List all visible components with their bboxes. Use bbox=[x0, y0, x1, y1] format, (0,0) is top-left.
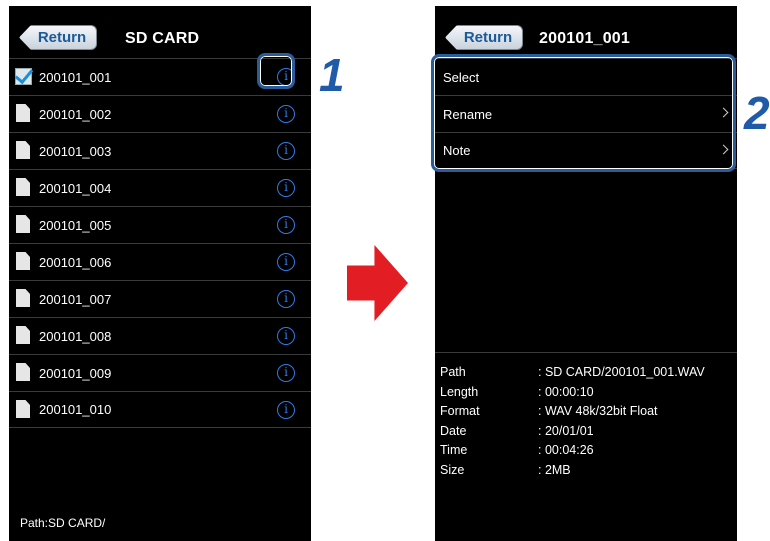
file-icon bbox=[16, 400, 30, 418]
file-icon bbox=[16, 363, 30, 381]
menu-item-select[interactable]: Select bbox=[435, 58, 737, 95]
detail-value: : 20/01/01 bbox=[538, 423, 594, 438]
file-detail-screen: Return 200101_001 Select Rename Note Path:… bbox=[435, 6, 737, 541]
info-icon[interactable]: i bbox=[277, 68, 295, 86]
file-row[interactable]: 200101_008 i bbox=[9, 317, 311, 354]
menu-item-label: Select bbox=[443, 69, 480, 85]
page-title: 200101_001 bbox=[539, 30, 630, 47]
path-label: Path:SD CARD/ bbox=[20, 516, 106, 530]
file-icon bbox=[16, 252, 30, 270]
file-name: 200101_001 bbox=[39, 69, 112, 85]
file-list-screen: Return SD CARD 200101_001 i 200101_002 i 200… bbox=[9, 6, 311, 541]
chevron-right-icon bbox=[718, 107, 729, 118]
file-info-panel: Path : SD CARD/200101_001.WAV Length : 00:0… bbox=[435, 352, 737, 541]
info-icon[interactable]: i bbox=[277, 364, 295, 382]
file-name: 200101_010 bbox=[39, 402, 112, 417]
file-name: 200101_004 bbox=[39, 180, 112, 196]
file-name: 200101_002 bbox=[39, 106, 112, 122]
checkmark-icon bbox=[14, 64, 34, 85]
info-icon[interactable]: i bbox=[277, 142, 295, 160]
page-title: SD CARD bbox=[125, 30, 200, 47]
file-name: 200101_003 bbox=[39, 143, 112, 159]
detail-key: Format bbox=[440, 404, 480, 418]
menu-item-note[interactable]: Note bbox=[435, 132, 737, 169]
detail-value: : 2MB bbox=[538, 462, 571, 477]
file-row[interactable]: 200101_001 i bbox=[9, 58, 311, 95]
file-name: 200101_006 bbox=[39, 254, 112, 270]
file-icon bbox=[16, 215, 30, 233]
chevron-right-icon bbox=[718, 144, 729, 155]
detail-value: : WAV 48k/32bit Float bbox=[538, 404, 658, 418]
file-row[interactable]: 200101_006 i bbox=[9, 243, 311, 280]
detail-key: Size bbox=[440, 462, 465, 477]
info-icon[interactable]: i bbox=[277, 290, 295, 308]
file-icon bbox=[16, 141, 30, 159]
file-icon bbox=[16, 178, 30, 196]
menu-item-label: Note bbox=[443, 143, 471, 158]
file-icon bbox=[16, 326, 30, 344]
detail-value: : SD CARD/200101_001.WAV bbox=[538, 365, 705, 379]
detail-value: : 00:00:10 bbox=[538, 384, 594, 399]
file-name: 200101_008 bbox=[39, 328, 112, 344]
header: Return 200101_001 bbox=[435, 6, 737, 58]
return-button[interactable]: Return bbox=[19, 25, 97, 50]
file-name: 200101_009 bbox=[39, 365, 112, 381]
info-icon[interactable]: i bbox=[277, 179, 295, 197]
info-icon[interactable]: i bbox=[277, 400, 295, 419]
detail-key: Length bbox=[440, 384, 479, 399]
file-icon bbox=[16, 289, 30, 307]
info-icon[interactable]: i bbox=[277, 253, 295, 271]
checkbox-checked-icon[interactable] bbox=[14, 64, 34, 85]
file-name: 200101_005 bbox=[39, 217, 112, 233]
file-options-menu: Select Rename Note bbox=[435, 58, 737, 169]
file-row[interactable]: 200101_007 i bbox=[9, 280, 311, 317]
file-name: 200101_007 bbox=[39, 291, 112, 307]
info-icon[interactable]: i bbox=[277, 105, 295, 123]
detail-key: Date bbox=[440, 423, 467, 438]
info-icon[interactable]: i bbox=[277, 327, 295, 345]
detail-key: Time bbox=[440, 443, 468, 457]
step-number-1: 1 bbox=[319, 49, 345, 101]
file-icon bbox=[16, 104, 30, 122]
return-button[interactable]: Return bbox=[445, 25, 523, 50]
right-arrow-icon bbox=[347, 245, 408, 321]
file-row[interactable]: 200101_005 i bbox=[9, 206, 311, 243]
file-row[interactable]: 200101_010 i bbox=[9, 391, 311, 428]
menu-item-label: Rename bbox=[443, 106, 493, 122]
file-row[interactable]: 200101_009 i bbox=[9, 354, 311, 391]
detail-value: : 00:04:26 bbox=[538, 443, 594, 457]
menu-item-rename[interactable]: Rename bbox=[435, 95, 737, 132]
file-row[interactable]: 200101_003 i bbox=[9, 132, 311, 169]
info-icon[interactable]: i bbox=[277, 216, 295, 234]
file-row[interactable]: 200101_002 i bbox=[9, 95, 311, 132]
file-list: 200101_001 i 200101_002 i 200101_003 i 200101_… bbox=[9, 58, 311, 428]
step-number-2: 2 bbox=[744, 87, 770, 139]
detail-key: Path bbox=[440, 365, 466, 379]
header: Return SD CARD bbox=[9, 6, 311, 58]
file-row[interactable]: 200101_004 i bbox=[9, 169, 311, 206]
